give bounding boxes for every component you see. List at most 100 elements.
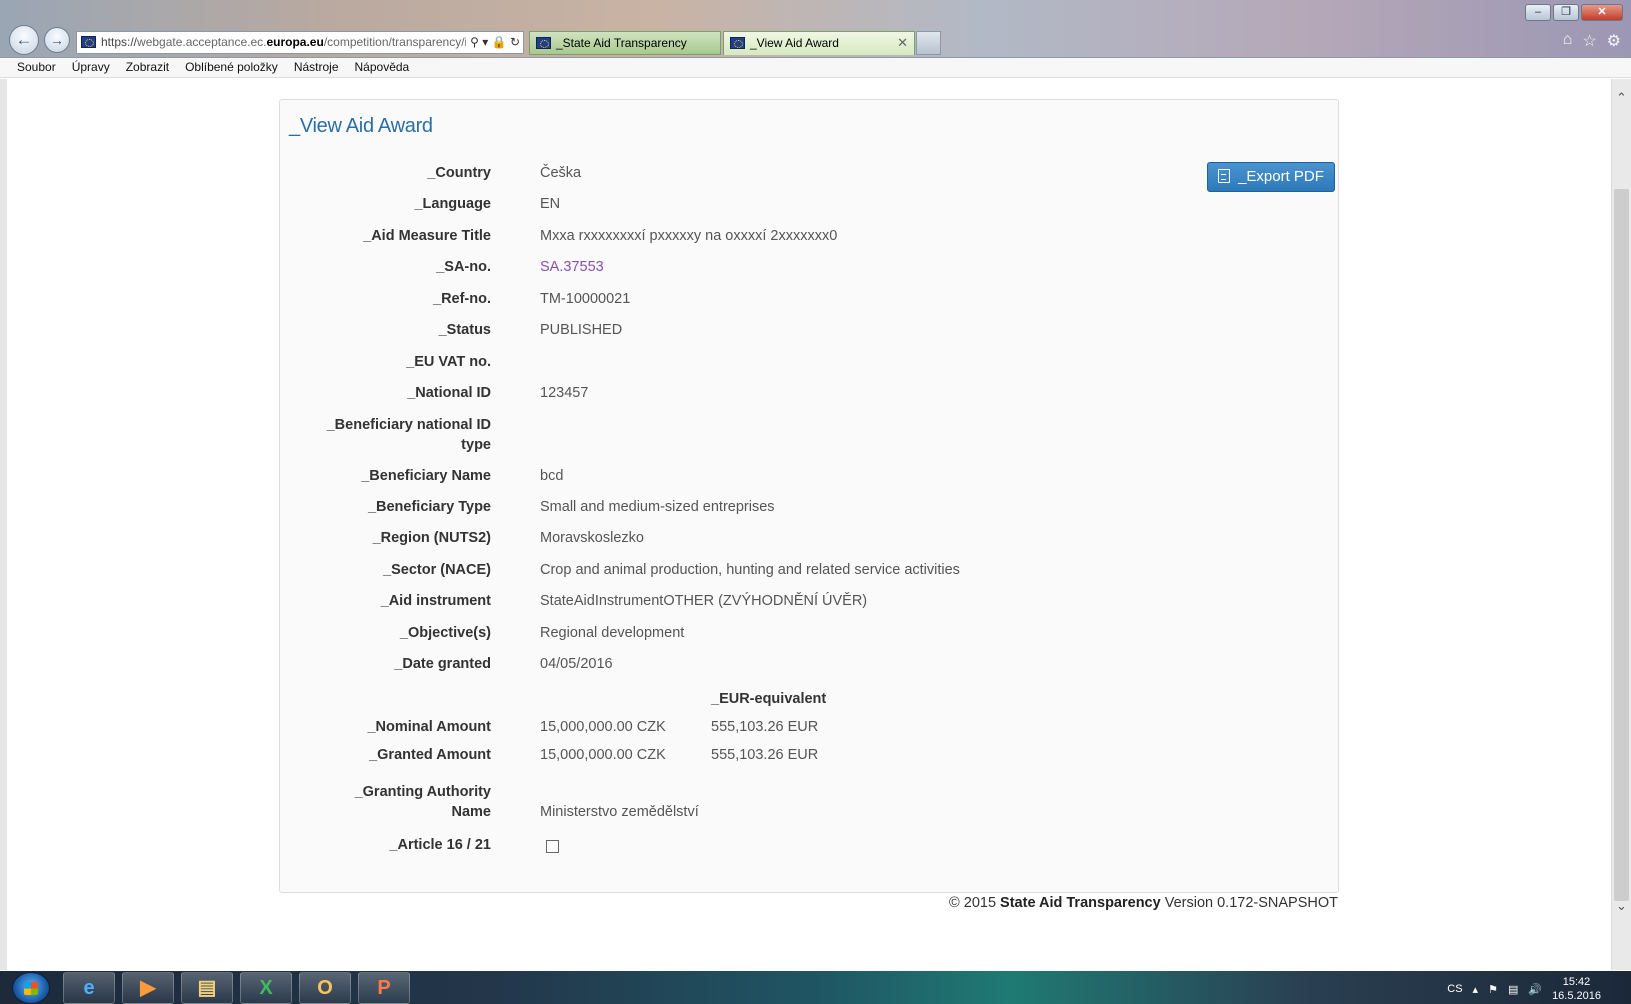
field-label-line: _Granting Authority (354, 784, 491, 800)
site-favicon-icon (81, 36, 96, 48)
field-label: _Ref-no. (433, 291, 491, 307)
menu-file[interactable]: Soubor (17, 58, 56, 77)
field-value: 15,000,000.00 CZK (540, 747, 666, 763)
footer-app-name: State Aid Transparency (1000, 895, 1161, 911)
menu-help[interactable]: Nápověda (355, 58, 410, 77)
scroll-up-arrow-icon[interactable]: ⌃ (1612, 89, 1631, 107)
menu-tools[interactable]: Nástroje (294, 58, 339, 77)
aid-award-panel: _View Aid Award _Export PDF _Country Češ… (279, 99, 1339, 893)
language-indicator[interactable]: CS (1447, 983, 1462, 995)
field-label-line: type (461, 437, 491, 453)
menu-bar: Soubor Úpravy Zobrazit Oblíbené položky … (0, 58, 1631, 78)
file-explorer-icon[interactable]: ▤ (181, 972, 233, 1004)
dropdown-arrow-icon[interactable]: ▾ (482, 35, 488, 49)
settings-gear-icon[interactable]: ⚙ (1607, 31, 1621, 51)
tab-favicon-icon (730, 37, 745, 49)
tab-state-aid-transparency[interactable]: _State Aid Transparency (529, 31, 721, 55)
field-value: Češka (540, 165, 582, 181)
tab-label: _View Aid Award (750, 36, 839, 50)
system-tray: CS ▴ ⚑ ▤ 🔊 15:42 16.5.2016 (1447, 975, 1601, 1003)
field-label: _EU VAT no. (406, 354, 491, 370)
url-host-prefix: webgate.acceptance.ec. (137, 35, 267, 49)
home-icon[interactable]: ⌂ (1563, 31, 1573, 51)
lock-icon[interactable]: 🔒 (492, 35, 507, 49)
internet-explorer-icon[interactable]: e (63, 972, 115, 1004)
field-value: Ministerstvo zemědělství (540, 804, 699, 820)
field-value: Crop and animal production, hunting and … (540, 562, 960, 578)
tray-expand-icon[interactable]: ▴ (1473, 983, 1479, 996)
field-value: Moravskoslezko (540, 530, 644, 546)
field-label: _Aid instrument (380, 593, 491, 609)
field-label-line: _Beneficiary national ID (326, 417, 491, 433)
url-scheme: https:// (101, 35, 138, 49)
start-button[interactable] (12, 972, 50, 1004)
clock-date: 16.5.2016 (1552, 990, 1601, 1002)
address-bar[interactable]: https://webgate.acceptance.ec.europa.eu/… (76, 31, 524, 54)
volume-icon[interactable]: 🔊 (1528, 983, 1542, 996)
footer-copyright: © 2015 (949, 895, 1001, 911)
clock-time: 15:42 (1562, 976, 1591, 988)
field-label: _Article 16 / 21 (389, 837, 491, 853)
forward-button[interactable]: → (44, 27, 70, 53)
pdf-icon (1218, 169, 1231, 183)
field-label: _Status (438, 322, 491, 338)
favorites-star-icon[interactable]: ☆ (1582, 31, 1596, 51)
clock[interactable]: 15:42 16.5.2016 (1552, 975, 1601, 1003)
footer-version: Version 0.172-SNAPSHOT (1160, 895, 1338, 911)
action-center-flag-icon[interactable]: ⚑ (1488, 983, 1498, 996)
window-controls: – ❐ ✕ (1525, 4, 1623, 21)
address-icons: ⚲ ▾ 🔒 ↻ (466, 32, 520, 53)
tab-view-aid-award[interactable]: _View Aid Award ✕ (723, 31, 915, 55)
new-tab-button[interactable] (916, 31, 941, 55)
sa-no-link[interactable]: SA.37553 (540, 257, 604, 277)
field-value: 123457 (540, 385, 589, 401)
scroll-thumb[interactable] (1614, 189, 1629, 901)
url-path: /competition/transparency/i (323, 35, 468, 49)
scroll-down-arrow-icon[interactable]: ⌄ (1612, 897, 1631, 915)
field-label: _Objective(s) (399, 625, 491, 641)
window-left-edge (0, 79, 7, 970)
powerpoint-icon[interactable]: P (358, 972, 410, 1004)
browser-titlebar: – ❐ ✕ ← → https://webgate.acceptance.ec.… (0, 0, 1631, 58)
field-value-eur: 555,103.26 EUR (711, 719, 819, 735)
browser-toolbar-icons: ⌂ ☆ ⚙ (1563, 31, 1621, 51)
field-value: bcd (540, 468, 564, 484)
tab-label: _State Aid Transparency (556, 36, 687, 50)
field-value: Regional development (540, 625, 685, 641)
field-label: _National ID (407, 385, 491, 401)
export-pdf-button[interactable]: _Export PDF (1207, 162, 1335, 192)
field-label: _Aid Measure Title (363, 228, 491, 244)
field-value: 04/05/2016 (540, 656, 613, 672)
menu-favorites[interactable]: Oblíbené položky (185, 58, 278, 77)
field-value: Mxxa rxxxxxxxxí pxxxxxy na oxxxxí 2xxxxx… (540, 228, 838, 244)
excel-icon[interactable]: X (240, 972, 292, 1004)
search-icon[interactable]: ⚲ (470, 35, 479, 49)
field-label: _Region (NUTS2) (372, 530, 491, 546)
restore-button[interactable]: ❐ (1553, 4, 1579, 21)
field-value: EN (540, 196, 561, 212)
field-label-line: Name (451, 804, 492, 820)
field-label: _Language (414, 196, 491, 212)
page-footer: © 2015 State Aid Transparency Version 0.… (949, 895, 1338, 911)
vertical-scrollbar[interactable]: ⌃ ⌄ (1611, 79, 1631, 970)
field-value-eur: 555,103.26 EUR (711, 747, 819, 763)
refresh-icon[interactable]: ↻ (510, 35, 520, 49)
field-label: _Date granted (394, 656, 491, 672)
back-button[interactable]: ← (9, 25, 39, 55)
media-player-icon[interactable]: ▶ (122, 972, 174, 1004)
outlook-icon[interactable]: O (299, 972, 351, 1004)
minimize-button[interactable]: – (1525, 4, 1551, 21)
page-title: _View Aid Award (289, 115, 433, 137)
menu-view[interactable]: Zobrazit (126, 58, 169, 77)
field-value: Small and medium-sized entreprises (540, 499, 775, 515)
field-value: TM-10000021 (540, 291, 631, 307)
close-button[interactable]: ✕ (1581, 4, 1623, 21)
field-label: _Nominal Amount (367, 719, 491, 735)
article-16-21-checkbox[interactable] (546, 840, 559, 853)
eur-equivalent-header: _EUR-equivalent (711, 691, 827, 707)
field-label: _Beneficiary Name (361, 468, 491, 484)
field-label: _Country (427, 165, 491, 181)
tab-close-icon[interactable]: ✕ (897, 32, 908, 54)
network-icon[interactable]: ▤ (1508, 983, 1518, 996)
menu-edit[interactable]: Úpravy (72, 58, 110, 77)
